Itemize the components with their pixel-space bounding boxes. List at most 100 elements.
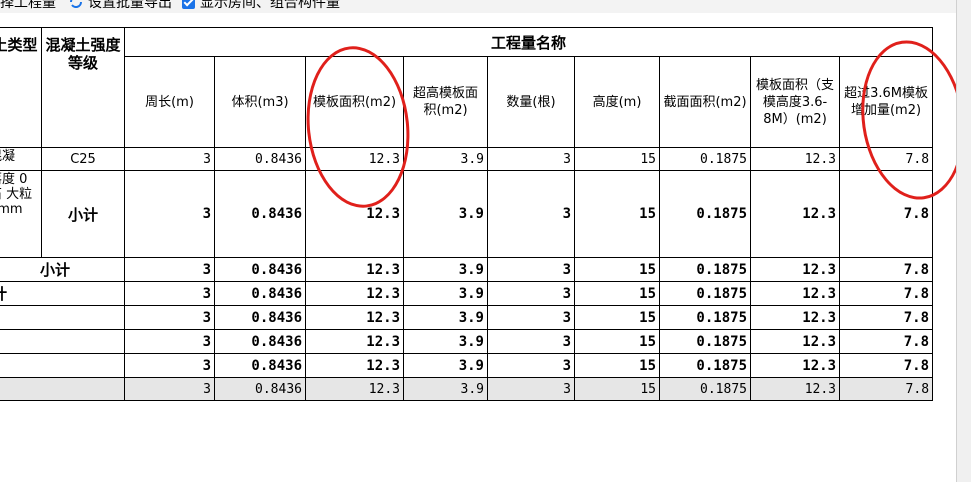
value-cell[interactable]: 0.1875 — [659, 329, 751, 354]
value-cell[interactable]: 0.8436 — [214, 147, 306, 171]
value-cell[interactable]: 3 — [487, 377, 575, 401]
value-cell[interactable]: 12.3 — [750, 281, 840, 306]
value-cell[interactable]: 0.1875 — [659, 305, 751, 330]
value-cell[interactable]: 12.3 — [305, 353, 404, 378]
value-cell[interactable]: 3.9 — [403, 377, 488, 401]
show-room-checkbox[interactable] — [182, 0, 195, 9]
value-cell[interactable]: 0.8436 — [214, 257, 306, 282]
table-row[interactable]: 3 0.8436 12.3 3.9 3 15 0.1875 12.3 7.8 — [0, 329, 934, 354]
value-cell[interactable]: 12.3 — [305, 281, 404, 306]
value-cell[interactable]: 12.3 — [305, 147, 404, 171]
value-cell[interactable]: 3 — [487, 353, 575, 378]
value-cell[interactable]: 7.8 — [838, 257, 934, 282]
value-cell[interactable]: 3.9 — [403, 257, 488, 282]
value-cell[interactable]: 12.3 — [305, 305, 404, 330]
value-cell[interactable]: 7.8 — [838, 377, 934, 401]
value-cell[interactable]: 12.3 — [750, 257, 840, 282]
value-cell[interactable]: 12.3 — [305, 170, 404, 258]
value-cell[interactable]: 15 — [574, 281, 660, 306]
value-cell[interactable]: 3.9 — [403, 281, 488, 306]
value-cell[interactable]: 0.8436 — [214, 305, 306, 330]
value-cell[interactable]: 12.3 — [305, 329, 404, 354]
value-cell[interactable]: 7.8 — [838, 147, 934, 171]
value-cell[interactable]: 15 — [574, 377, 660, 401]
value-cell[interactable]: 3 — [124, 257, 215, 282]
column-header: 周长(m) — [124, 56, 215, 148]
value-cell[interactable]: 7.8 — [838, 353, 934, 378]
value-cell[interactable]: 15 — [574, 305, 660, 330]
value-cell[interactable]: 3.9 — [403, 170, 488, 258]
table-row[interactable]: 3 0.8436 12.3 3.9 3 15 0.1875 12.3 7.8 — [0, 305, 934, 330]
table-row[interactable]: 3 0.8436 12.3 3.9 3 15 0.1875 12.3 7.8 — [0, 353, 934, 378]
batch-export-button[interactable]: 设置批量导出 — [88, 0, 172, 12]
value-cell[interactable]: 0.1875 — [659, 377, 751, 401]
value-cell[interactable]: 15 — [574, 257, 660, 282]
value-cell[interactable]: 12.3 — [750, 329, 840, 354]
table-row[interactable]: 3 0.8436 12.3 3.9 3 15 0.1875 12.3 7.8 — [0, 377, 934, 401]
column-header: 数量(根) — [487, 56, 575, 148]
value-cell[interactable]: 12.3 — [750, 147, 840, 171]
value-cell[interactable]: 7.8 — [838, 170, 934, 258]
value-cell[interactable]: 7.8 — [838, 329, 934, 354]
value-cell[interactable]: 12.3 — [750, 377, 840, 401]
value-cell[interactable]: 12.3 — [305, 257, 404, 282]
value-cell[interactable]: 3 — [124, 377, 215, 401]
value-cell[interactable]: 12.3 — [750, 353, 840, 378]
value-cell[interactable]: 0.8436 — [214, 353, 306, 378]
value-cell[interactable]: 3 — [124, 329, 215, 354]
value-cell[interactable]: 0.1875 — [659, 170, 751, 258]
value-cell[interactable]: 12.3 — [750, 305, 840, 330]
select-quantity-button[interactable]: 择工程量 — [0, 0, 56, 12]
category-cell: 混凝 — [0, 147, 42, 171]
column-group-header: 工程量名称 — [123, 27, 934, 57]
batch-export-icon[interactable] — [68, 0, 84, 10]
subtotal-label: 小计 — [0, 257, 125, 282]
table-row[interactable]: 落度 0 石 大粒 0mm小计30.843612.33.93150.187512… — [0, 170, 934, 258]
value-cell[interactable]: 12.3 — [305, 377, 404, 401]
value-cell[interactable]: 0.1875 — [659, 353, 751, 378]
column-header: 模板面积（支模高度3.6-8M）(m2) — [750, 56, 840, 148]
value-cell[interactable]: 3 — [487, 329, 575, 354]
quantity-grid: 土类型 混凝土强度等级 工程量名称 周长(m)体积(m3)模板面积(m2)超高模… — [0, 27, 934, 401]
toolbar: 择工程量 设置批量导出 显示房间、组合构件量 — [0, 0, 971, 13]
table-row[interactable]: 混凝C2530.843612.33.93150.187512.37.8 — [0, 147, 934, 171]
value-cell[interactable]: 3.9 — [403, 305, 488, 330]
empty-cell — [0, 353, 125, 378]
value-cell[interactable]: 15 — [574, 329, 660, 354]
column-header: 超高模板面积(m2) — [403, 56, 488, 148]
value-cell[interactable]: 3.9 — [403, 147, 488, 171]
column-header: 截面面积(m2) — [659, 56, 751, 148]
value-cell[interactable]: 3 — [124, 281, 215, 306]
empty-cell — [0, 329, 125, 354]
value-cell[interactable]: 7.8 — [838, 281, 934, 306]
value-cell[interactable]: 0.1875 — [659, 147, 751, 171]
value-cell[interactable]: 15 — [574, 147, 660, 171]
value-cell[interactable]: 3 — [124, 305, 215, 330]
table-row[interactable]: 小计 3 0.8436 12.3 3.9 3 15 0.1875 12.3 7.8 — [0, 257, 934, 282]
column-header: 高度(m) — [574, 56, 660, 148]
value-cell[interactable]: 15 — [574, 353, 660, 378]
value-cell[interactable]: 0.1875 — [659, 257, 751, 282]
value-cell[interactable]: 0.8436 — [214, 281, 306, 306]
table-row[interactable]: 计30.843612.33.93150.187512.37.8 — [0, 281, 934, 306]
value-cell[interactable]: 3 — [487, 281, 575, 306]
value-cell[interactable]: 0.1875 — [659, 281, 751, 306]
value-cell[interactable]: 3.9 — [403, 329, 488, 354]
value-cell[interactable]: 3 — [487, 147, 575, 171]
value-cell[interactable]: 3 — [124, 147, 215, 171]
value-cell[interactable]: 0.8436 — [214, 170, 306, 258]
value-cell[interactable]: 12.3 — [750, 170, 840, 258]
value-cell[interactable]: 7.8 — [838, 305, 934, 330]
category-cell: 落度 0 石 大粒 0mm — [0, 170, 42, 258]
vertical-scrollbar[interactable] — [956, 0, 971, 482]
value-cell[interactable]: 3.9 — [403, 353, 488, 378]
value-cell[interactable]: 3 — [124, 353, 215, 378]
value-cell[interactable]: 3 — [487, 170, 575, 258]
value-cell[interactable]: 3 — [124, 170, 215, 258]
value-cell[interactable]: 3 — [487, 305, 575, 330]
value-cell[interactable]: 3 — [487, 257, 575, 282]
value-cell[interactable]: 15 — [574, 170, 660, 258]
value-cell[interactable]: 0.8436 — [214, 377, 306, 401]
value-cell[interactable]: 0.8436 — [214, 329, 306, 354]
grade-cell: C25 — [41, 147, 125, 171]
